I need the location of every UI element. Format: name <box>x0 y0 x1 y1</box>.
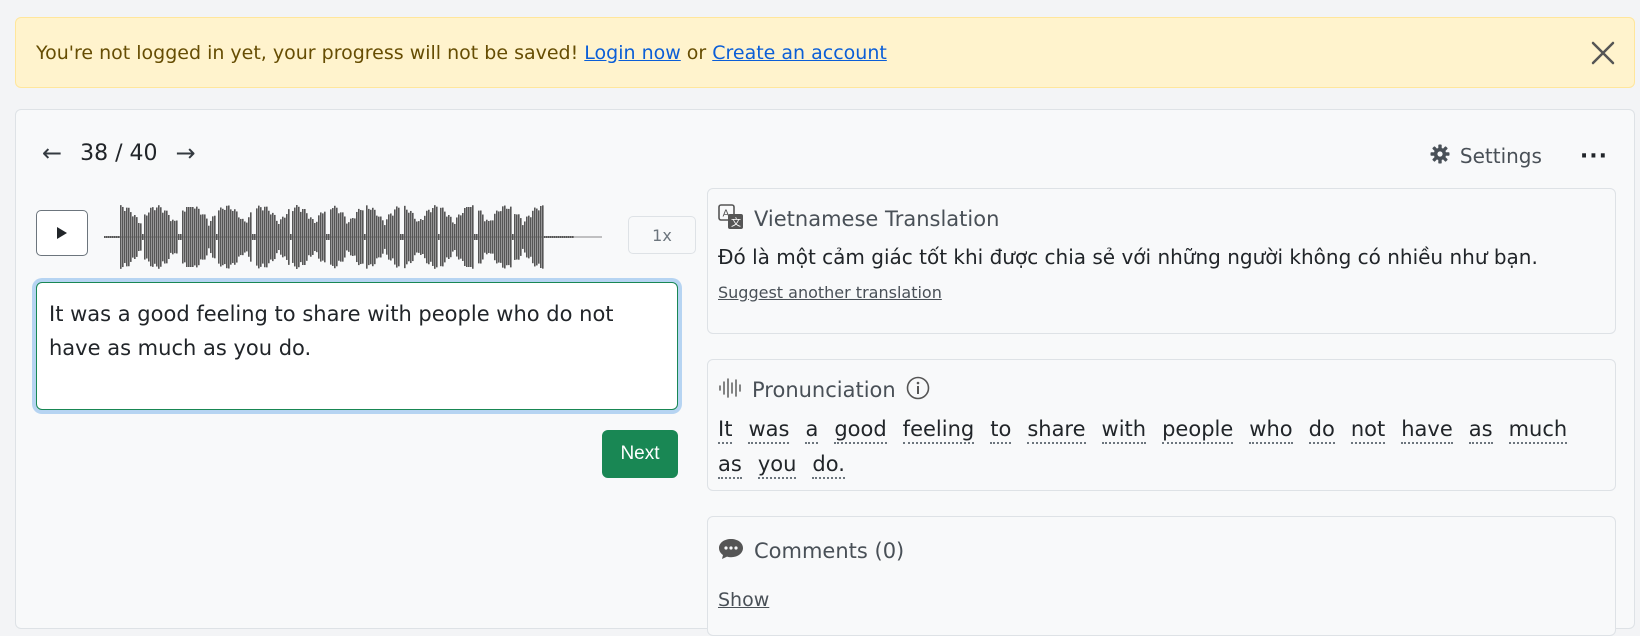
audio-waveform[interactable] <box>104 202 602 272</box>
pronunciation-word[interactable]: you <box>757 451 797 479</box>
pronunciation-word[interactable]: feeling <box>902 416 975 444</box>
suggest-translation-link[interactable]: Suggest another translation <box>718 283 942 302</box>
pronunciation-word[interactable]: with <box>1101 416 1147 444</box>
close-icon[interactable] <box>1590 40 1616 66</box>
gear-icon <box>1430 144 1450 169</box>
pronunciation-word[interactable]: people <box>1162 416 1234 444</box>
translation-text: Đó là một cảm giác tốt khi được chia sẻ … <box>718 245 1538 269</box>
pronunciation-panel: Pronunciation It was a good feeling to share wi… <box>707 359 1616 491</box>
sentence-navigation: ← 38 / 40 → <box>42 136 196 170</box>
pronunciation-word[interactable]: who <box>1249 416 1293 444</box>
exercise-card: ← 38 / 40 → Settings ··· 1x It was a goo… <box>15 109 1635 636</box>
settings-label: Settings <box>1459 144 1542 168</box>
pronunciation-word[interactable]: do <box>1308 416 1335 444</box>
audio-player: 1x <box>36 202 696 269</box>
pronunciation-word[interactable]: much <box>1508 416 1568 444</box>
translation-title: Vietnamese Translation <box>754 207 1000 231</box>
show-comments-link[interactable]: Show <box>718 589 769 611</box>
pronunciation-word[interactable]: good <box>834 416 887 444</box>
pronunciation-word[interactable]: to <box>990 416 1012 444</box>
comments-title: Comments (0) <box>754 539 905 563</box>
next-button[interactable]: Next <box>602 430 678 478</box>
sound-wave-icon <box>718 377 742 404</box>
toolbar: Settings ··· <box>1430 140 1608 172</box>
pronunciation-word[interactable]: share <box>1027 416 1086 444</box>
pronunciation-word[interactable]: It <box>718 416 733 444</box>
translate-icon: A 文 <box>718 203 744 235</box>
login-link[interactable]: Login now <box>584 42 681 64</box>
pronunciation-word[interactable]: was <box>748 416 790 444</box>
pronunciation-word[interactable]: a <box>805 416 819 444</box>
next-arrow-icon[interactable]: → <box>176 139 196 167</box>
comment-icon <box>718 537 744 566</box>
pronunciation-word[interactable]: as <box>718 451 742 479</box>
playback-speed-button[interactable]: 1x <box>628 216 696 254</box>
answer-input[interactable] <box>36 282 678 410</box>
pronunciation-words: It was a good feeling to share with people who do n… <box>718 416 1605 486</box>
translation-panel: A 文 Vietnamese Translation Đó là một cảm… <box>707 188 1616 334</box>
settings-button[interactable]: Settings <box>1430 144 1542 169</box>
previous-arrow-icon[interactable]: ← <box>42 139 62 167</box>
info-icon[interactable] <box>906 376 930 405</box>
pronunciation-word[interactable]: have <box>1401 416 1453 444</box>
pronunciation-word[interactable]: not <box>1350 416 1386 444</box>
create-account-link[interactable]: Create an account <box>712 42 887 64</box>
sentence-counter: 38 / 40 <box>80 140 158 166</box>
more-options-icon[interactable]: ··· <box>1580 144 1608 169</box>
alert-separator: or <box>686 41 707 64</box>
play-button[interactable] <box>36 210 88 256</box>
pronunciation-word[interactable]: do. <box>812 451 845 479</box>
pronunciation-title: Pronunciation <box>752 378 896 402</box>
svg-text:文: 文 <box>731 216 741 229</box>
alert-message: You're not logged in yet, your progress … <box>36 41 579 64</box>
comments-panel: Comments (0) Show <box>707 516 1616 636</box>
pronunciation-word[interactable]: as <box>1468 416 1493 444</box>
play-icon <box>57 227 67 239</box>
guest-warning-alert: You're not logged in yet, your progress … <box>15 17 1635 88</box>
